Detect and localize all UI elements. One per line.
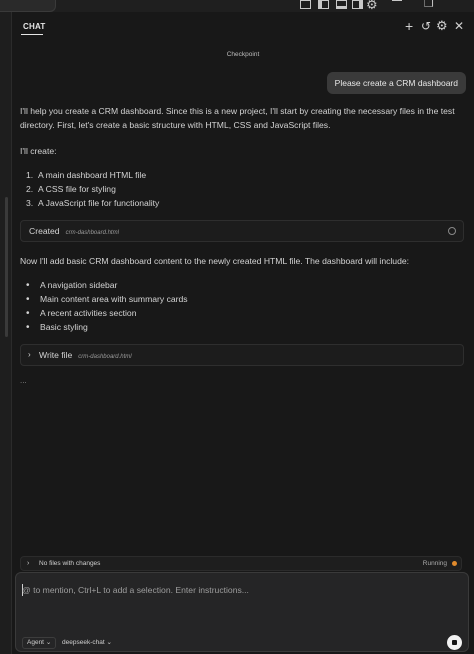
active-tab-indicator xyxy=(21,34,43,35)
include-list: • A navigation sidebar • Main content area… xyxy=(26,278,188,334)
layout-toggle-icon[interactable] xyxy=(300,0,311,9)
running-indicator-dot xyxy=(452,561,457,566)
chevron-down-icon: ⌄ xyxy=(45,639,52,646)
editor-gutter xyxy=(0,12,12,654)
stop-icon xyxy=(452,640,457,645)
list-item: • A recent activities section xyxy=(26,308,137,319)
tab-chat[interactable]: CHAT xyxy=(23,22,45,31)
list-item: 2. A CSS file for styling xyxy=(26,184,116,194)
scrollbar-thumb[interactable] xyxy=(5,197,8,337)
window-title-bar: ⚙ ❐ xyxy=(0,0,474,12)
chevron-right-icon: › xyxy=(28,350,31,359)
created-file-card[interactable]: Created crm-dashboard.html xyxy=(20,220,464,242)
changes-label: No files with changes xyxy=(39,560,101,567)
model-dropdown[interactable]: deepseek-chat ⌄ xyxy=(62,637,112,649)
user-message: Please create a CRM dashboard xyxy=(326,72,466,94)
chat-conversation: Checkpoint Please create a CRM dashboard… xyxy=(12,42,474,552)
write-file-card[interactable]: › Write file crm-dashboard.html xyxy=(20,344,464,366)
chat-header: CHAT + ↺ ⚙ ✕ xyxy=(12,12,474,42)
close-icon[interactable]: ✕ xyxy=(454,19,464,33)
editor-tab-stub[interactable] xyxy=(0,0,56,12)
list-item: 3. A JavaScript file for functionality xyxy=(26,198,160,208)
agent-mode-dropdown[interactable]: Agent ⌄ xyxy=(22,637,57,649)
created-file-name: crm-dashboard.html xyxy=(65,230,119,236)
toggle-panel-icon[interactable] xyxy=(336,0,347,9)
history-icon[interactable]: ↺ xyxy=(421,19,431,33)
list-item: 1. A main dashboard HTML file xyxy=(26,170,147,180)
chevron-down-icon: ⌄ xyxy=(106,639,112,646)
assistant-intro: I'll help you create a CRM dashboard. Si… xyxy=(20,106,455,130)
changes-status-bar[interactable]: › No files with changes Running xyxy=(20,556,462,571)
chat-input[interactable] xyxy=(22,579,442,601)
created-label: Created xyxy=(29,226,60,236)
chevron-right-icon: › xyxy=(27,560,30,567)
running-label: Running xyxy=(422,560,447,567)
create-list: 1. A main dashboard HTML file 2. A CSS fil… xyxy=(26,168,159,210)
list-item: • Basic styling xyxy=(26,322,88,333)
write-file-label: Write file xyxy=(39,350,73,360)
new-chat-plus-icon[interactable]: + xyxy=(405,19,413,33)
toggle-secondary-sidebar-icon[interactable] xyxy=(352,0,363,9)
list-item: • A navigation sidebar xyxy=(26,280,118,291)
chat-composer: Agent ⌄ deepseek-chat ⌄ xyxy=(15,572,469,652)
status-circle-icon xyxy=(448,227,456,235)
write-file-name: crm-dashboard.html xyxy=(78,354,132,360)
restore-window-icon[interactable]: ❐ xyxy=(424,0,434,10)
loading-ellipsis: ... xyxy=(20,376,27,385)
assistant-will-create: I'll create: xyxy=(20,146,57,156)
checkpoint-label[interactable]: Checkpoint xyxy=(12,51,474,58)
assistant-followup: Now I'll add basic CRM dashboard content… xyxy=(20,256,410,266)
toggle-primary-sidebar-icon[interactable] xyxy=(318,0,329,9)
chat-settings-gear-icon[interactable]: ⚙ xyxy=(436,19,448,33)
stop-generation-button[interactable] xyxy=(447,635,462,650)
minimize-icon[interactable] xyxy=(392,0,402,1)
list-item: • Main content area with summary cards xyxy=(26,294,188,305)
